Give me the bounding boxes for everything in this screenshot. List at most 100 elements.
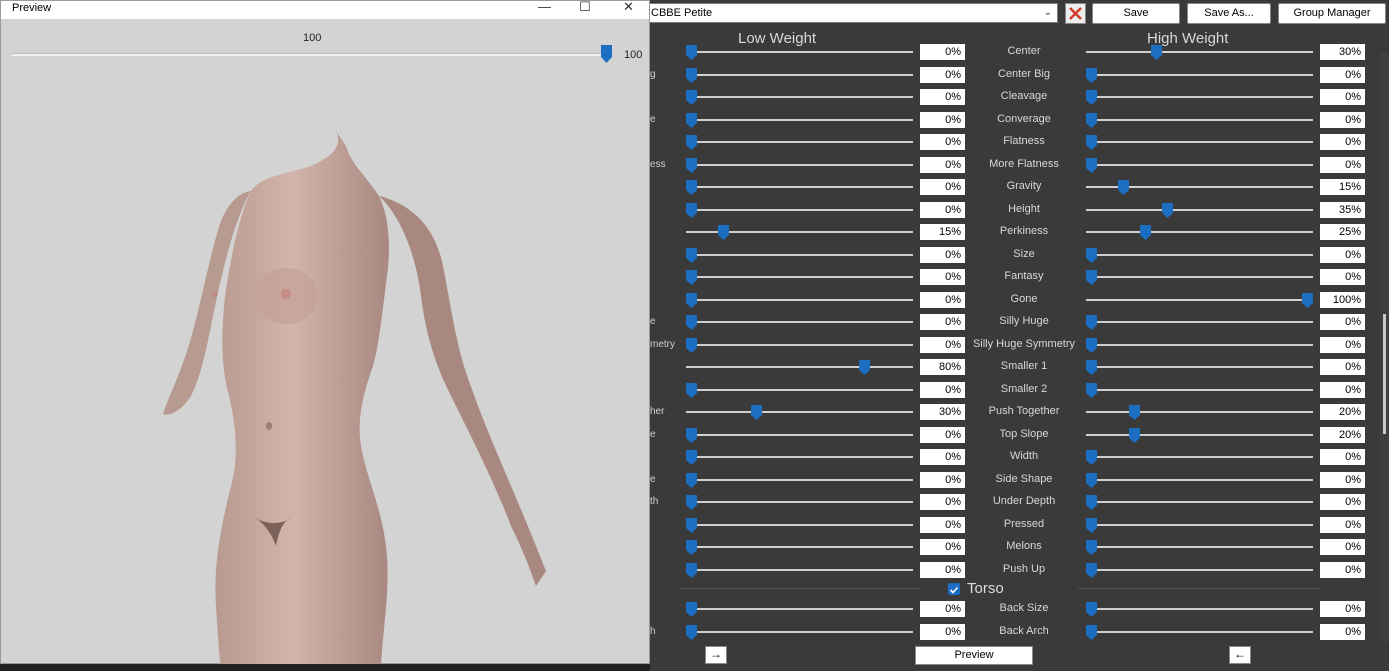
high-weight-slider[interactable] <box>1086 546 1313 548</box>
low-slider-thumb-icon[interactable] <box>686 292 697 308</box>
preset-dropdown[interactable]: CBBE Petite ⌄ <box>644 3 1058 23</box>
low-slider-thumb-icon[interactable] <box>686 90 697 105</box>
high-weight-slider[interactable] <box>1086 433 1313 436</box>
low-slider-thumb-icon[interactable] <box>686 270 697 285</box>
high-weight-slider[interactable] <box>1086 608 1313 610</box>
low-weight-value[interactable]: 0% <box>920 623 965 640</box>
preview-slider-thumb-icon[interactable] <box>601 45 612 63</box>
high-weight-value[interactable]: 25% <box>1320 224 1365 240</box>
low-slider-thumb-icon[interactable] <box>686 540 697 555</box>
high-weight-slider[interactable] <box>1086 366 1313 368</box>
clear-preset-button[interactable] <box>1065 3 1086 24</box>
low-weight-value[interactable]: 0% <box>920 471 965 488</box>
high-slider-thumb-icon[interactable] <box>1086 517 1097 533</box>
high-slider-thumb-icon[interactable] <box>1086 112 1097 128</box>
high-weight-slider[interactable] <box>1086 456 1313 458</box>
low-slider-thumb-icon[interactable] <box>686 602 697 617</box>
low-weight-slider[interactable] <box>686 298 913 301</box>
low-slider-thumb-icon[interactable] <box>686 517 697 533</box>
high-weight-value[interactable]: 0% <box>1320 359 1365 375</box>
high-slider-thumb-icon[interactable] <box>1086 67 1097 83</box>
low-slider-thumb-icon[interactable] <box>686 337 697 353</box>
high-weight-value[interactable]: 0% <box>1320 269 1365 285</box>
high-weight-value[interactable]: 0% <box>1320 156 1365 173</box>
high-weight-slider[interactable] <box>1086 388 1313 391</box>
low-weight-value[interactable]: 0% <box>920 66 965 83</box>
low-slider-thumb-icon[interactable] <box>686 45 697 60</box>
high-weight-value[interactable]: 0% <box>1320 539 1365 555</box>
low-weight-slider[interactable] <box>686 141 913 143</box>
high-weight-value[interactable]: 0% <box>1320 336 1365 353</box>
high-weight-slider[interactable] <box>1086 163 1313 166</box>
low-weight-slider[interactable] <box>686 523 913 526</box>
high-slider-thumb-icon[interactable] <box>1118 180 1130 195</box>
low-weight-value[interactable]: 30% <box>920 404 965 420</box>
low-weight-slider[interactable] <box>686 343 913 346</box>
high-weight-value[interactable]: 0% <box>1320 314 1365 330</box>
high-slider-thumb-icon[interactable] <box>1086 602 1097 617</box>
high-slider-thumb-icon[interactable] <box>1086 562 1097 578</box>
high-weight-slider[interactable] <box>1086 208 1313 211</box>
low-slider-thumb-icon[interactable] <box>686 624 697 640</box>
low-slider-thumb-icon[interactable] <box>686 180 697 195</box>
low-weight-value[interactable]: 0% <box>920 539 965 555</box>
high-slider-thumb-icon[interactable] <box>1086 624 1097 640</box>
high-slider-thumb-icon[interactable] <box>1086 472 1097 488</box>
high-slider-thumb-icon[interactable] <box>1086 337 1097 353</box>
low-weight-value[interactable]: 0% <box>920 156 965 173</box>
high-weight-slider[interactable] <box>1086 321 1313 323</box>
high-weight-slider[interactable] <box>1086 343 1313 346</box>
low-weight-slider[interactable] <box>686 163 913 166</box>
high-weight-value[interactable]: 0% <box>1320 516 1365 533</box>
high-slider-thumb-icon[interactable] <box>1086 315 1097 330</box>
low-weight-value[interactable]: 0% <box>920 336 965 353</box>
low-weight-slider[interactable] <box>686 630 913 633</box>
low-weight-value[interactable]: 0% <box>920 134 965 150</box>
low-weight-slider[interactable] <box>686 321 913 323</box>
high-weight-value[interactable]: 35% <box>1320 201 1365 218</box>
group-manager-button[interactable]: Group Manager <box>1278 3 1386 24</box>
high-slider-thumb-icon[interactable] <box>1086 135 1097 150</box>
low-slider-thumb-icon[interactable] <box>686 157 697 173</box>
high-slider-thumb-icon[interactable] <box>1086 270 1097 285</box>
high-weight-value[interactable]: 0% <box>1320 601 1365 617</box>
copy-left-arrow-button[interactable]: ← <box>1229 646 1251 664</box>
low-slider-thumb-icon[interactable] <box>686 450 697 465</box>
close-icon[interactable]: ✕ <box>623 0 634 15</box>
high-weight-slider[interactable] <box>1086 253 1313 256</box>
high-slider-thumb-icon[interactable] <box>1129 427 1141 443</box>
low-weight-slider[interactable] <box>686 433 913 436</box>
low-weight-value[interactable]: 0% <box>920 44 965 60</box>
low-weight-slider[interactable] <box>686 478 913 481</box>
high-weight-slider[interactable] <box>1086 231 1313 233</box>
high-slider-thumb-icon[interactable] <box>1129 405 1141 420</box>
low-weight-value[interactable]: 0% <box>920 381 965 398</box>
high-weight-slider[interactable] <box>1086 141 1313 143</box>
low-weight-slider[interactable] <box>686 186 913 188</box>
high-weight-value[interactable]: 0% <box>1320 89 1365 105</box>
minimize-icon[interactable]: — <box>538 0 551 14</box>
high-slider-thumb-icon[interactable] <box>1161 202 1173 218</box>
low-slider-thumb-icon[interactable] <box>686 495 697 510</box>
high-weight-value[interactable]: 30% <box>1320 44 1365 60</box>
high-weight-slider[interactable] <box>1086 501 1313 503</box>
high-weight-slider[interactable] <box>1086 96 1313 98</box>
save-button[interactable]: Save <box>1092 3 1180 24</box>
high-weight-slider[interactable] <box>1086 73 1313 76</box>
low-weight-value[interactable]: 0% <box>920 246 965 263</box>
low-slider-thumb-icon[interactable] <box>686 202 697 218</box>
high-weight-value[interactable]: 0% <box>1320 381 1365 398</box>
high-slider-thumb-icon[interactable] <box>1086 247 1097 263</box>
high-weight-value[interactable]: 0% <box>1320 134 1365 150</box>
low-weight-slider[interactable] <box>686 501 913 503</box>
high-slider-thumb-icon[interactable] <box>1086 495 1097 510</box>
low-slider-thumb-icon[interactable] <box>686 472 697 488</box>
low-slider-thumb-icon[interactable] <box>686 427 697 443</box>
low-weight-slider[interactable] <box>686 208 913 211</box>
low-weight-value[interactable]: 80% <box>920 359 965 375</box>
scrollbar-thumb[interactable] <box>1383 314 1386 434</box>
low-weight-value[interactable]: 0% <box>920 111 965 128</box>
high-weight-slider[interactable] <box>1086 411 1313 413</box>
low-weight-value[interactable]: 0% <box>920 601 965 617</box>
low-weight-value[interactable]: 0% <box>920 89 965 105</box>
